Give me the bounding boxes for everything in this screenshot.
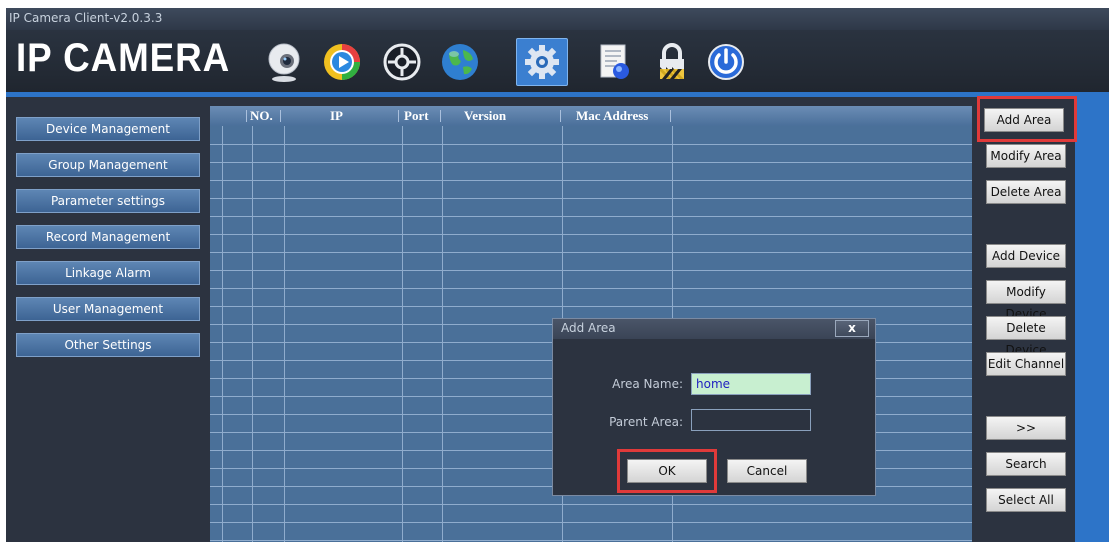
sidebar-item-linkage-alarm[interactable]: Linkage Alarm — [16, 261, 200, 285]
table-column-line — [252, 126, 253, 542]
add-area-highlight — [977, 96, 1077, 142]
table-column-line — [284, 126, 285, 542]
dialog-title-bar: Add Area x — [553, 319, 875, 339]
area-name-input[interactable]: home — [691, 373, 811, 395]
table-row-line — [210, 270, 972, 271]
table-column-line — [222, 126, 223, 542]
table-row-line — [210, 180, 972, 181]
dialog-title: Add Area — [561, 321, 616, 335]
app-logo: IP CAMERA — [16, 36, 231, 80]
ptz-icon[interactable] — [376, 38, 428, 86]
right-edge-strip — [1075, 97, 1109, 542]
edit-channel-button[interactable]: Edit Channel — [986, 352, 1066, 376]
settings-icon[interactable] — [516, 38, 568, 86]
column-header-mac-address[interactable]: Mac Address — [576, 108, 648, 124]
table-column-line — [402, 126, 403, 542]
add-device-button[interactable]: Add Device — [986, 244, 1066, 268]
sidebar-item-other-settings[interactable]: Other Settings — [16, 333, 200, 357]
webcam-icon[interactable] — [258, 38, 310, 86]
playback-icon[interactable] — [316, 38, 368, 86]
column-header-ip[interactable]: IP — [330, 108, 343, 124]
close-icon[interactable]: x — [835, 320, 869, 337]
table-row-line — [210, 144, 972, 145]
cancel-button[interactable]: Cancel — [727, 459, 807, 483]
sidebar-item-record-management[interactable]: Record Management — [16, 225, 200, 249]
header: IP CAMERA — [6, 30, 1109, 92]
sidebar-item-parameter-settings[interactable]: Parameter settings — [16, 189, 200, 213]
column-header-version[interactable]: Version — [464, 108, 506, 124]
window-title: IP Camera Client-v2.0.3.3 — [9, 11, 163, 25]
table-header: NO. IP Port Version Mac Address — [210, 106, 972, 126]
delete-area-button[interactable]: Delete Area — [986, 180, 1066, 204]
add-area-dialog: Add Area x Area Name: home Parent Area: … — [552, 318, 876, 496]
lock-icon[interactable] — [646, 38, 698, 86]
column-header-no[interactable]: NO. — [250, 108, 273, 124]
sidebar-item-device-management[interactable]: Device Management — [16, 117, 200, 141]
table-row-line — [210, 216, 972, 217]
more-button[interactable]: >> — [986, 416, 1066, 440]
table-row-line — [210, 162, 972, 163]
table-column-line — [442, 126, 443, 542]
modify-device-button[interactable]: Modify Device — [986, 280, 1066, 321]
sidebar: Device Management Group Management Param… — [6, 97, 210, 542]
table-row-line — [210, 252, 972, 253]
column-header-port[interactable]: Port — [404, 108, 429, 124]
sidebar-item-user-management[interactable]: User Management — [16, 297, 200, 321]
parent-area-input[interactable] — [691, 409, 811, 431]
parent-area-label: Parent Area: — [609, 415, 683, 429]
area-name-label: Area Name: — [612, 377, 683, 391]
delete-device-button[interactable]: Delete Device — [986, 316, 1066, 357]
globe-icon[interactable] — [434, 38, 486, 86]
table-row-line — [210, 540, 972, 541]
search-button[interactable]: Search — [986, 452, 1066, 476]
power-icon[interactable] — [700, 38, 752, 86]
table-row-line — [210, 234, 972, 235]
table-row-line — [210, 522, 972, 523]
title-bar: IP Camera Client-v2.0.3.3 — [6, 8, 1109, 30]
table-row-line — [210, 306, 972, 307]
select-all-button[interactable]: Select All — [986, 488, 1066, 512]
log-icon[interactable] — [588, 38, 640, 86]
table-row-line — [210, 288, 972, 289]
table-row-line — [210, 198, 972, 199]
ok-highlight — [617, 449, 717, 493]
sidebar-item-group-management[interactable]: Group Management — [16, 153, 200, 177]
table-row-line — [210, 504, 972, 505]
modify-area-button[interactable]: Modify Area — [986, 144, 1066, 168]
